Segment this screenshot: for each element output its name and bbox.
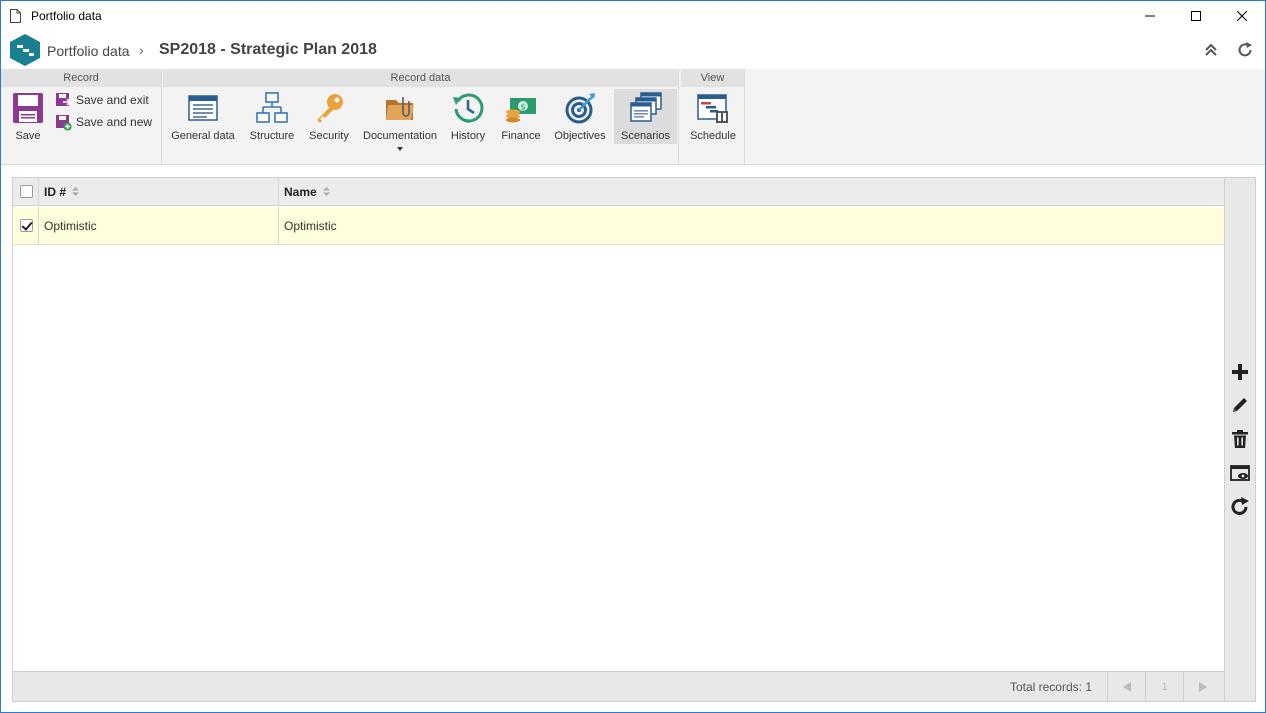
general-data-icon bbox=[188, 95, 218, 121]
breadcrumb-separator: › bbox=[139, 42, 144, 58]
ribbon-group-record-data: Record data General data Structure Secur… bbox=[163, 69, 679, 164]
view-details-icon[interactable] bbox=[1230, 463, 1250, 483]
refresh-grid-icon[interactable] bbox=[1230, 497, 1250, 517]
save-and-new-button[interactable]: Save and new bbox=[55, 113, 152, 131]
column-header-name[interactable]: Name bbox=[279, 178, 679, 205]
folder-clip-icon bbox=[386, 97, 414, 120]
structure-icon bbox=[256, 92, 288, 123]
edit-pencil-icon[interactable] bbox=[1230, 395, 1250, 415]
cell-id: Optimistic bbox=[39, 207, 279, 244]
cell-name: Optimistic bbox=[279, 207, 1179, 244]
save-icon bbox=[13, 93, 43, 123]
money-icon: $ bbox=[506, 98, 536, 123]
grid-side-toolbar bbox=[1225, 177, 1256, 702]
select-all-checkbox[interactable] bbox=[20, 185, 33, 198]
save-new-icon bbox=[56, 114, 72, 130]
general-data-button[interactable]: General data bbox=[169, 89, 237, 144]
save-and-exit-button[interactable]: Save and exit bbox=[55, 91, 149, 109]
row-select-cell bbox=[13, 207, 39, 244]
save-button[interactable]: Save bbox=[7, 89, 49, 144]
breadcrumb: Portfolio data › SP2018 - Strategic Plan… bbox=[1, 31, 1265, 69]
general-data-label: General data bbox=[171, 130, 235, 142]
structure-label: Structure bbox=[249, 130, 295, 142]
window-title: Portfolio data bbox=[31, 9, 102, 23]
group-title-view: View bbox=[681, 69, 744, 87]
refresh-icon[interactable] bbox=[1236, 41, 1254, 59]
minimize-button[interactable] bbox=[1127, 1, 1173, 31]
total-records: Total records: 1 bbox=[1009, 680, 1092, 694]
sort-icon[interactable] bbox=[72, 187, 80, 196]
column-header-name-label: Name bbox=[284, 184, 317, 199]
target-icon bbox=[565, 93, 595, 124]
cell-name-text: Optimistic bbox=[284, 218, 337, 233]
svg-text:$: $ bbox=[520, 103, 525, 112]
security-label: Security bbox=[309, 130, 349, 142]
scenarios-button[interactable]: Scenarios bbox=[614, 89, 677, 144]
group-title-record-data: Record data bbox=[163, 69, 678, 87]
finance-label: Finance bbox=[501, 130, 541, 142]
ribbon-group-record: Record Save Save and exit Save and new bbox=[1, 69, 162, 164]
minimize-icon bbox=[1145, 15, 1155, 17]
sort-icon[interactable] bbox=[322, 187, 330, 196]
structure-button[interactable]: Structure bbox=[246, 89, 298, 144]
collapse-up-icon[interactable] bbox=[1202, 41, 1220, 59]
documentation-dropdown-caret-icon[interactable] bbox=[397, 147, 403, 151]
save-and-new-label: Save and new bbox=[76, 115, 153, 129]
chevron-right-icon bbox=[1198, 682, 1207, 692]
add-icon[interactable] bbox=[1230, 362, 1250, 382]
key-icon bbox=[317, 94, 343, 123]
history-label: History bbox=[450, 130, 486, 142]
schedule-button[interactable]: Schedule bbox=[687, 89, 739, 144]
prev-page-button[interactable] bbox=[1107, 672, 1145, 702]
scenarios-label: Scenarios bbox=[621, 130, 670, 142]
objectives-label: Objectives bbox=[554, 130, 606, 142]
save-exit-icon bbox=[56, 92, 72, 106]
grid-footer: Total records: 1 1 bbox=[13, 671, 1224, 702]
security-button[interactable]: Security bbox=[305, 89, 353, 144]
scenarios-icon bbox=[629, 92, 662, 122]
documentation-button[interactable]: Documentation bbox=[361, 89, 439, 144]
grid-header: ID # Name bbox=[13, 178, 1224, 206]
page-number-text: 1 bbox=[1161, 681, 1168, 693]
group-title-record: Record bbox=[1, 69, 161, 87]
history-button[interactable]: History bbox=[446, 89, 490, 144]
save-label: Save bbox=[15, 130, 41, 142]
select-all-column bbox=[13, 178, 39, 205]
delete-trash-icon[interactable] bbox=[1230, 429, 1250, 449]
maximize-button[interactable] bbox=[1173, 1, 1219, 31]
column-header-id[interactable]: ID # bbox=[39, 178, 279, 205]
cell-id-text: Optimistic bbox=[44, 218, 97, 233]
document-icon bbox=[10, 9, 21, 23]
scenarios-grid: ID # Name Optimistic Optimistic Total re… bbox=[12, 177, 1225, 702]
close-button[interactable] bbox=[1219, 1, 1265, 31]
close-icon bbox=[1237, 11, 1247, 21]
page-number: 1 bbox=[1145, 672, 1183, 702]
documentation-label: Documentation bbox=[363, 130, 437, 142]
objectives-button[interactable]: Objectives bbox=[552, 89, 608, 144]
finance-button[interactable]: $ Finance bbox=[497, 89, 545, 144]
next-page-button[interactable] bbox=[1183, 672, 1221, 702]
ribbon-group-view: View Schedule bbox=[681, 69, 745, 164]
breadcrumb-root[interactable]: Portfolio data bbox=[47, 43, 130, 59]
schedule-gantt-icon bbox=[697, 94, 728, 123]
app-logo-icon bbox=[10, 34, 40, 66]
page-title: SP2018 - Strategic Plan 2018 bbox=[159, 41, 377, 58]
row-checkbox[interactable] bbox=[20, 219, 33, 232]
column-header-id-label: ID # bbox=[44, 184, 67, 199]
save-and-exit-label: Save and exit bbox=[76, 93, 149, 107]
maximize-icon bbox=[1191, 11, 1201, 21]
ribbon-toolbar: Record Save Save and exit Save and new R… bbox=[1, 69, 1265, 165]
schedule-label: Schedule bbox=[690, 130, 736, 142]
history-clock-icon bbox=[453, 93, 484, 123]
title-bar: Portfolio data bbox=[1, 1, 1265, 31]
table-row[interactable]: Optimistic Optimistic bbox=[13, 207, 1224, 245]
app-window: Portfolio data Portfolio data › SP2018 -… bbox=[0, 0, 1266, 713]
chevron-left-icon bbox=[1122, 682, 1131, 692]
